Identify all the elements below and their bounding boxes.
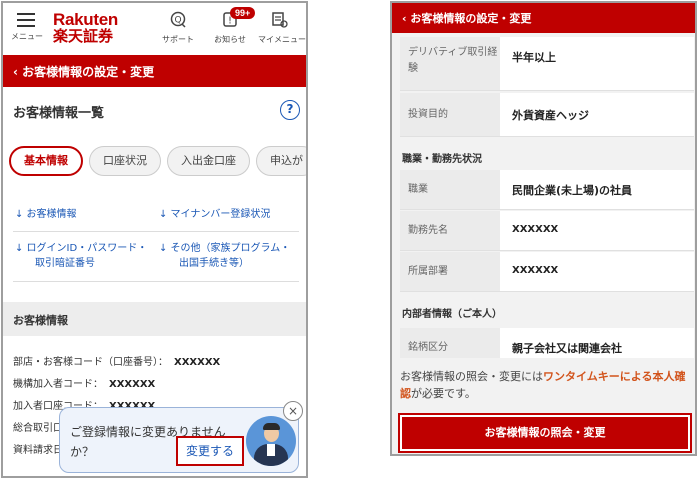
tab-bank-account[interactable]: 入出金口座 <box>167 146 250 176</box>
tab-account-status[interactable]: 口座状況 <box>89 146 161 176</box>
otp-note: お客様情報の照会・変更にはワンタイムキーによる本人確認が必要です。 <box>400 370 686 400</box>
page-title: お客様情報一覧 <box>13 106 105 121</box>
info-section-header: お客様情報 <box>3 302 306 336</box>
left-phone-screen: メニュー Rakuten 楽天証券 Q サポート ! 99+ お知らせ マイメニ… <box>1 1 308 478</box>
support-button[interactable]: Q サポート <box>156 11 200 45</box>
info-row: デリバティブ取引経験 半年以上 <box>400 37 694 91</box>
divider <box>13 231 299 232</box>
notice-button[interactable]: ! 99+ お知らせ <box>208 7 256 45</box>
change-button[interactable]: 変更する <box>176 436 244 466</box>
operator-avatar <box>246 416 296 466</box>
close-icon[interactable]: × <box>283 401 303 421</box>
change-prompt-popup: ご登録情報に変更ありませんか？ 変更する <box>59 407 299 473</box>
info-row: 投資目的 外貨資産ヘッジ <box>400 93 694 137</box>
anchor-customer-info[interactable]: ↓ お客様情報 <box>15 207 77 222</box>
anchor-other[interactable]: ↓ その他（家族プログラム・ 出国手続き等） <box>159 241 290 271</box>
right-phone-screen: ‹ お客様情報の設定・変更 デリバティブ取引経験 半年以上 投資目的 外貨資産ヘ… <box>390 1 697 456</box>
section-heading-insider: 内部者情報（ご本人） <box>402 309 502 320</box>
otp-note-area: お客様情報の照会・変更にはワンタイムキーによる本人確認が必要です。 お客様情報の… <box>392 358 695 454</box>
divider <box>13 281 299 282</box>
info-line: 部店・お客様コード（口座番号）： XXXXXX <box>13 357 221 368</box>
menu-label: メニュー <box>11 32 43 41</box>
tab-basic-info[interactable]: 基本情報 <box>9 146 83 176</box>
back-bar[interactable]: ‹ お客様情報の設定・変更 <box>392 3 695 33</box>
menu-button[interactable]: メニュー <box>11 11 43 42</box>
info-row: 所属部署 XXXXXX <box>400 252 694 292</box>
back-bar[interactable]: ‹ お客様情報の設定・変更 <box>3 55 306 87</box>
help-icon[interactable]: ? <box>280 100 300 120</box>
hamburger-icon <box>17 13 35 27</box>
mymenu-button[interactable]: マイメニュー <box>258 11 306 45</box>
notice-badge: 99+ <box>230 7 256 19</box>
section-heading-work: 職業・勤務先状況 <box>402 154 482 165</box>
view-change-info-button[interactable]: お客様情報の照会・変更 <box>398 413 692 453</box>
info-row: 職業 民間企業(未上場)の社員 <box>400 170 694 210</box>
info-line: 資料請求日 <box>13 445 63 456</box>
tab-applications[interactable]: 申込が <box>256 146 306 176</box>
info-row: 勤務先名 XXXXXX <box>400 211 694 251</box>
info-line: 機構加入者コード： XXXXXX <box>13 379 156 390</box>
svg-text:Q: Q <box>174 16 181 26</box>
info-line: 総合取引口 <box>13 423 63 434</box>
anchor-login-id[interactable]: ↓ ログインID・パスワード・ 取引暗証番号 <box>15 241 147 271</box>
rakuten-logo[interactable]: Rakuten 楽天証券 <box>53 11 118 45</box>
anchor-mynumber[interactable]: ↓ マイナンバー登録状況 <box>159 207 270 222</box>
support-icon: Q <box>156 11 200 34</box>
tab-bar: 基本情報 口座状況 入出金口座 申込が <box>9 146 306 178</box>
app-header: メニュー Rakuten 楽天証券 Q サポート ! 99+ お知らせ マイメニ… <box>3 3 306 53</box>
mymenu-icon <box>258 11 302 34</box>
